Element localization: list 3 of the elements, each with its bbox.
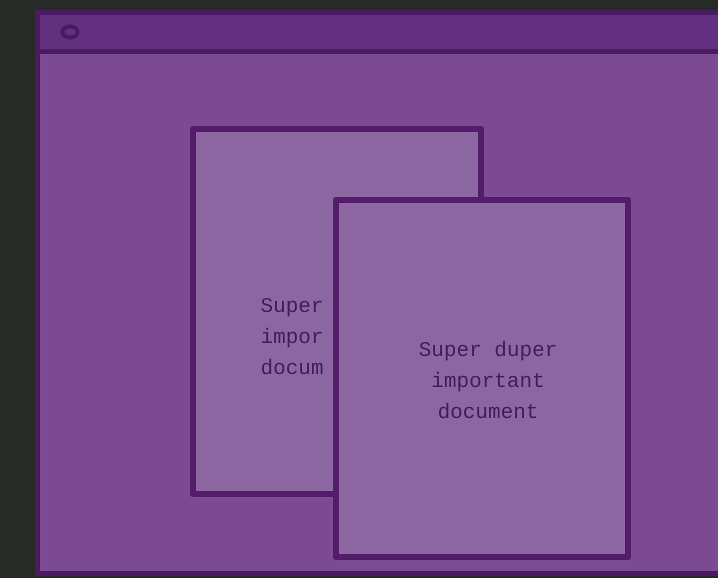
document-text: Super duper important document xyxy=(418,339,558,427)
document-text: Super impor docum xyxy=(259,295,324,383)
circle-icon xyxy=(60,24,80,40)
